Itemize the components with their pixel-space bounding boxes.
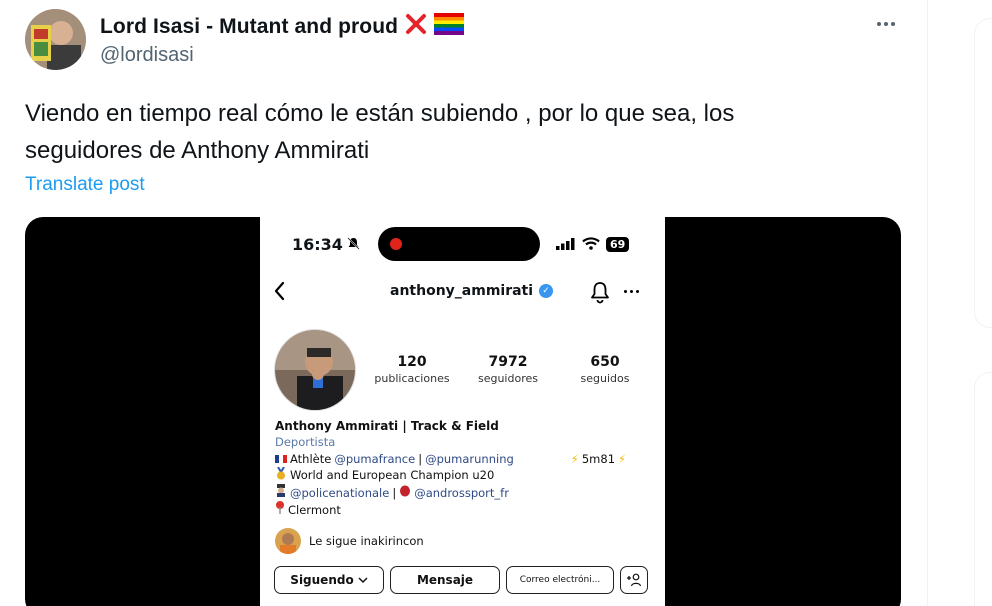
boxing-glove-icon [399, 485, 411, 501]
follower-avatar [275, 528, 301, 554]
tweet-text-line2: seguidores de Anthony Ammirati [25, 137, 370, 164]
author-display-name[interactable]: Lord Isasi - Mutant and proud [100, 15, 398, 39]
notifications-bell-icon[interactable] [589, 280, 611, 304]
cross-mark-icon [404, 12, 428, 42]
add-person-icon[interactable] [620, 566, 648, 594]
email-button-label: Correo electróni... [519, 575, 601, 585]
france-flag-icon [275, 454, 287, 463]
dynamic-island [378, 227, 540, 261]
stat-publications[interactable]: 120 publicaciones [372, 354, 452, 385]
author-handle[interactable]: @lordisasi [100, 44, 194, 67]
bell-muted-icon [347, 235, 360, 254]
followed-by-text: Le sigue inakirincon [309, 534, 424, 548]
email-button[interactable]: Correo electróni... [506, 566, 614, 594]
status-time-text: 16:34 [292, 235, 343, 254]
tweet-media[interactable]: 16:34 69 anthony_ammirati ✓ 120 publicac… [25, 217, 901, 606]
bio-record: 5m81 [581, 451, 616, 466]
link-policenationale[interactable]: @policenationale [290, 485, 389, 501]
tweet-text: Viendo en tiempo real cómo le están subi… [25, 95, 905, 169]
stat-publications-count: 120 [397, 354, 427, 370]
stat-followers-label: seguidores [477, 372, 538, 385]
bio-location-line: Clermont [275, 501, 655, 518]
bio-name: Anthony Ammirati | Track & Field [275, 419, 499, 433]
link-androssport[interactable]: @androssport_fr [414, 485, 509, 501]
sidebar-card-2 [974, 372, 992, 606]
stat-following-label: seguidos [580, 372, 630, 385]
following-button-label: Siguendo [290, 573, 354, 587]
stat-following[interactable]: 650 seguidos [565, 354, 645, 385]
profile-more-icon[interactable] [624, 290, 639, 293]
translate-post-link[interactable]: Translate post [25, 174, 145, 196]
link-pumafrance[interactable]: @pumafrance [334, 451, 415, 467]
bio-location-text: Clermont [288, 502, 341, 517]
bio-category: Deportista [275, 435, 336, 450]
battery-indicator: 69 [606, 237, 630, 252]
profile-username: anthony_ammirati ✓ [390, 283, 554, 299]
stat-followers-count: 7972 [488, 354, 528, 370]
bio-athlete-text: Athlète [290, 451, 332, 466]
sidebar-card [974, 18, 992, 328]
lightning-icon-2: ⚡ [618, 451, 627, 466]
timeline-divider [927, 0, 928, 606]
signal-icon [556, 235, 576, 254]
back-arrow-icon[interactable] [270, 279, 290, 303]
location-pin-icon [275, 501, 285, 518]
recording-dot-icon [390, 238, 402, 250]
profile-action-buttons: Siguendo Mensaje Correo electróni... [274, 566, 648, 594]
police-officer-icon [275, 484, 287, 501]
status-bar-time: 16:34 [292, 235, 360, 254]
profile-bio: Anthony Ammirati | Track & Field Deporti… [275, 418, 655, 519]
bio-separator-2: | [392, 485, 397, 500]
link-pumarunning[interactable]: @pumarunning [425, 451, 514, 467]
lightning-icon: ⚡ [570, 451, 579, 466]
bio-champion-line: World and European Champion u20 [275, 466, 655, 484]
bio-champion-text: World and European Champion u20 [290, 468, 495, 483]
verified-badge-icon: ✓ [539, 284, 554, 298]
author-avatar[interactable] [25, 9, 86, 70]
author-name[interactable]: Lord Isasi - Mutant and proud [100, 12, 465, 42]
message-button[interactable]: Mensaje [390, 566, 500, 594]
tweet-text-line1: Viendo en tiempo real cómo le están subi… [25, 100, 735, 127]
profile-picture[interactable] [274, 329, 356, 411]
stat-followers[interactable]: 7972 seguidores [468, 354, 548, 385]
bio-sponsors-line: @policenationale | @androssport_fr [275, 484, 655, 501]
stat-publications-label: publicaciones [374, 372, 450, 385]
status-bar-icons: 69 [556, 235, 630, 254]
bio-athlete-line: Athlète @pumafrance | @pumarunning ⚡ 5m8… [275, 451, 655, 467]
stat-following-count: 650 [590, 354, 620, 370]
profile-username-text: anthony_ammirati [390, 283, 534, 299]
instagram-screenshot: 16:34 69 anthony_ammirati ✓ 120 publicac… [260, 217, 665, 606]
rainbow-flag-icon [434, 13, 465, 41]
followed-by-row[interactable]: Le sigue inakirincon [275, 528, 424, 554]
bio-separator-1: | [418, 451, 423, 466]
chevron-down-icon [358, 573, 368, 587]
message-button-label: Mensaje [416, 573, 474, 587]
following-button[interactable]: Siguendo [274, 566, 384, 594]
medal-icon [275, 466, 287, 484]
wifi-icon [582, 235, 600, 254]
more-options-icon[interactable] [872, 14, 900, 34]
